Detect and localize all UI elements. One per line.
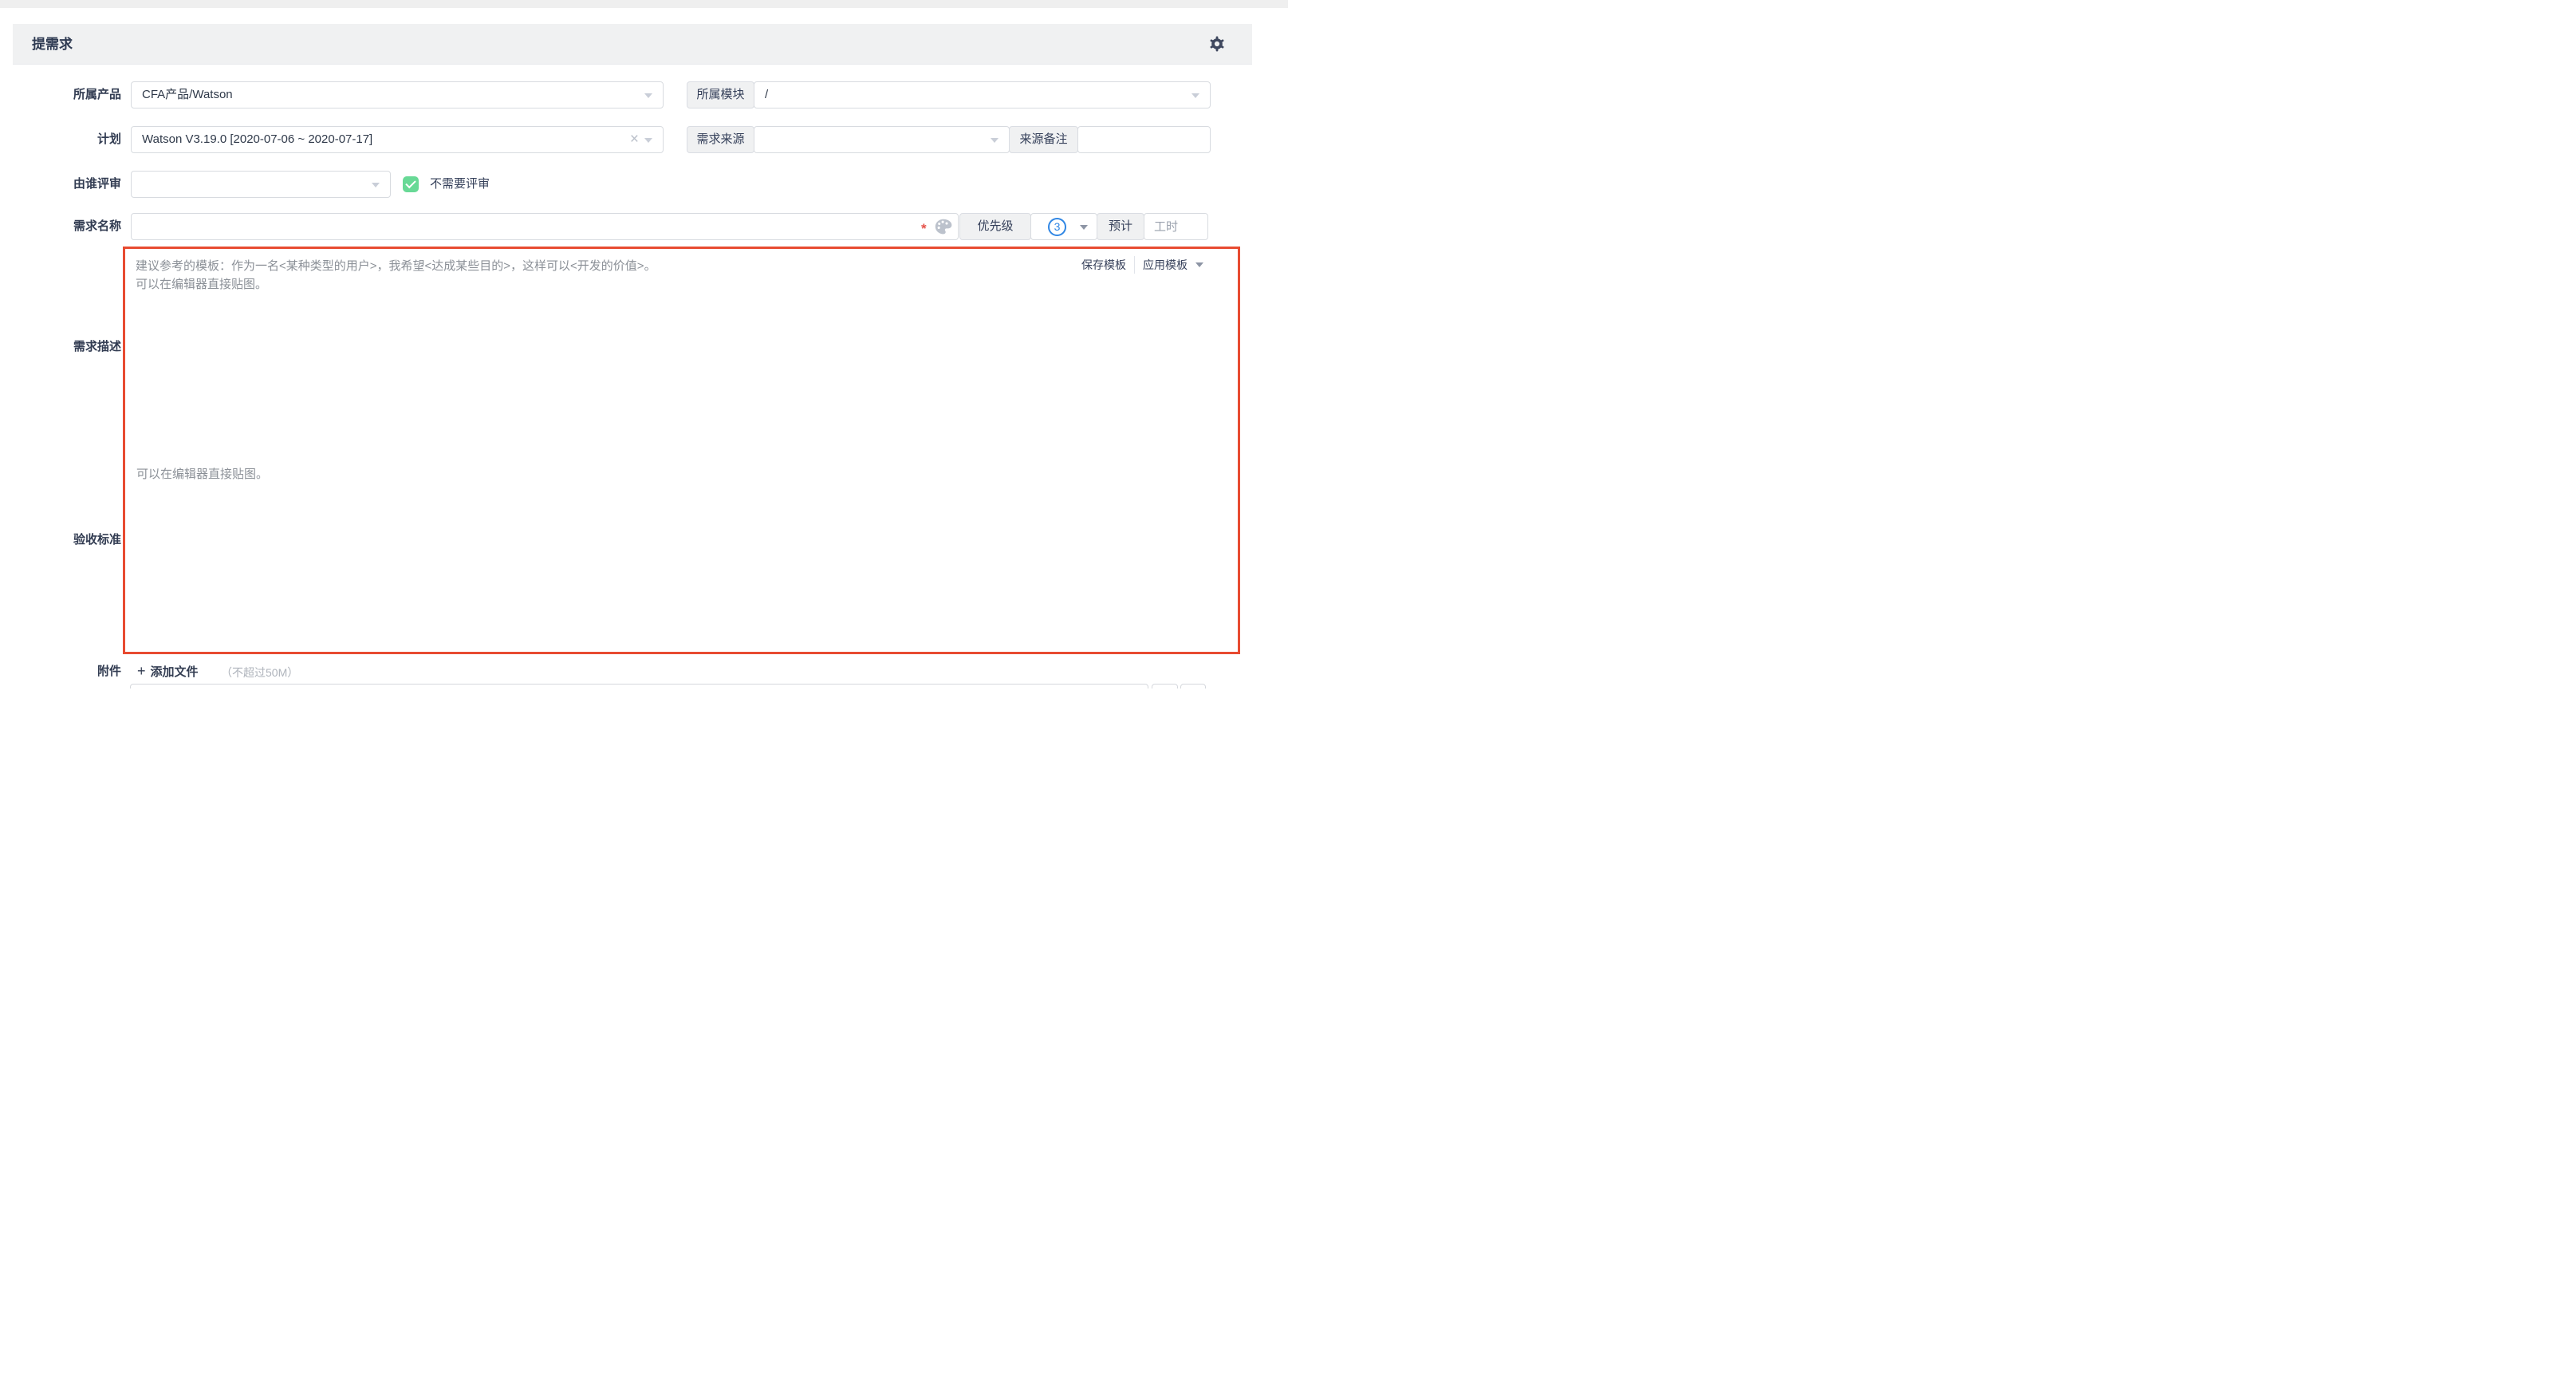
files-label: 附件 <box>0 665 121 679</box>
chevron-down-icon <box>1191 93 1199 98</box>
priority-addon-label: 优先级 <box>959 213 1031 240</box>
source-select[interactable] <box>754 126 1010 153</box>
chevron-down-icon <box>372 183 380 187</box>
toolbar-divider <box>1134 256 1135 274</box>
plus-icon: + <box>137 663 146 679</box>
priority-badge: 3 <box>1048 218 1066 236</box>
chevron-down-icon <box>1080 225 1088 230</box>
attachment-action-button-1[interactable] <box>1152 684 1178 688</box>
attachment-file-input[interactable] <box>130 684 1148 688</box>
spec-placeholder-line2: 可以在编辑器直接贴图。 <box>136 275 1053 294</box>
editor-highlight-box[interactable] <box>123 247 1240 654</box>
apply-template-button[interactable]: 应用模板 <box>1143 257 1188 273</box>
product-select-value: CFA产品/Watson <box>142 82 233 108</box>
spec-label: 需求描述 <box>0 340 121 354</box>
product-label: 所属产品 <box>0 81 121 109</box>
chevron-down-icon <box>1195 262 1203 267</box>
save-template-button[interactable]: 保存模板 <box>1081 257 1126 273</box>
chevron-down-icon <box>644 93 652 98</box>
plan-select-value: Watson V3.19.0 [2020-07-06 ~ 2020-07-17] <box>142 127 372 152</box>
spec-placeholder-line1: 建议参考的模板：作为一名<某种类型的用户>，我希望<达成某些目的>，这样可以<开… <box>136 257 1053 275</box>
plan-select[interactable]: Watson V3.19.0 [2020-07-06 ~ 2020-07-17]… <box>131 126 664 153</box>
reviewer-select[interactable] <box>131 171 391 198</box>
module-select[interactable]: / <box>754 81 1211 109</box>
x-icon[interactable]: × <box>630 127 639 152</box>
attachment-action-button-2[interactable] <box>1180 684 1206 688</box>
source-note-addon-label: 来源备注 <box>1009 126 1078 153</box>
source-note-input[interactable] <box>1077 126 1211 153</box>
estimate-input[interactable] <box>1144 213 1208 240</box>
verify-editor-placeholder: 可以在编辑器直接贴图。 <box>136 465 268 483</box>
estimate-addon-label: 预计 <box>1097 213 1144 240</box>
palette-icon[interactable] <box>935 219 952 235</box>
module-select-value: / <box>765 82 768 108</box>
module-addon-label: 所属模块 <box>687 81 754 109</box>
file-size-hint: （不超过50M） <box>221 665 298 681</box>
source-addon-label: 需求来源 <box>687 126 754 153</box>
spec-editor-placeholder: 建议参考的模板：作为一名<某种类型的用户>，我希望<达成某些目的>，这样可以<开… <box>136 257 1053 294</box>
no-review-label[interactable]: 不需要评审 <box>430 171 490 198</box>
story-name-label: 需求名称 <box>0 213 121 240</box>
panel-header: 提需求 <box>13 24 1252 65</box>
product-select[interactable]: CFA产品/Watson <box>131 81 664 109</box>
priority-select[interactable]: 3 <box>1030 213 1097 240</box>
reviewer-label: 由谁评审 <box>0 171 121 198</box>
plan-label: 计划 <box>0 126 121 153</box>
verify-label: 验收标准 <box>0 533 121 547</box>
template-toolbar: 保存模板 应用模板 <box>1081 255 1203 274</box>
page-title: 提需求 <box>32 24 73 65</box>
required-asterisk: * <box>921 215 927 243</box>
add-file-button[interactable]: + 添加文件 <box>137 663 199 679</box>
no-review-checkbox[interactable] <box>403 176 419 192</box>
submit-story-page: 提需求 所属产品 CFA产品/Watson 所属模块 / 计划 Watson V… <box>0 0 1288 688</box>
story-name-input[interactable] <box>131 213 959 240</box>
gear-icon[interactable] <box>1209 36 1225 52</box>
chevron-down-icon <box>644 138 652 143</box>
top-strip <box>0 0 1288 8</box>
chevron-down-icon <box>991 138 998 143</box>
add-file-label: 添加文件 <box>151 663 199 680</box>
